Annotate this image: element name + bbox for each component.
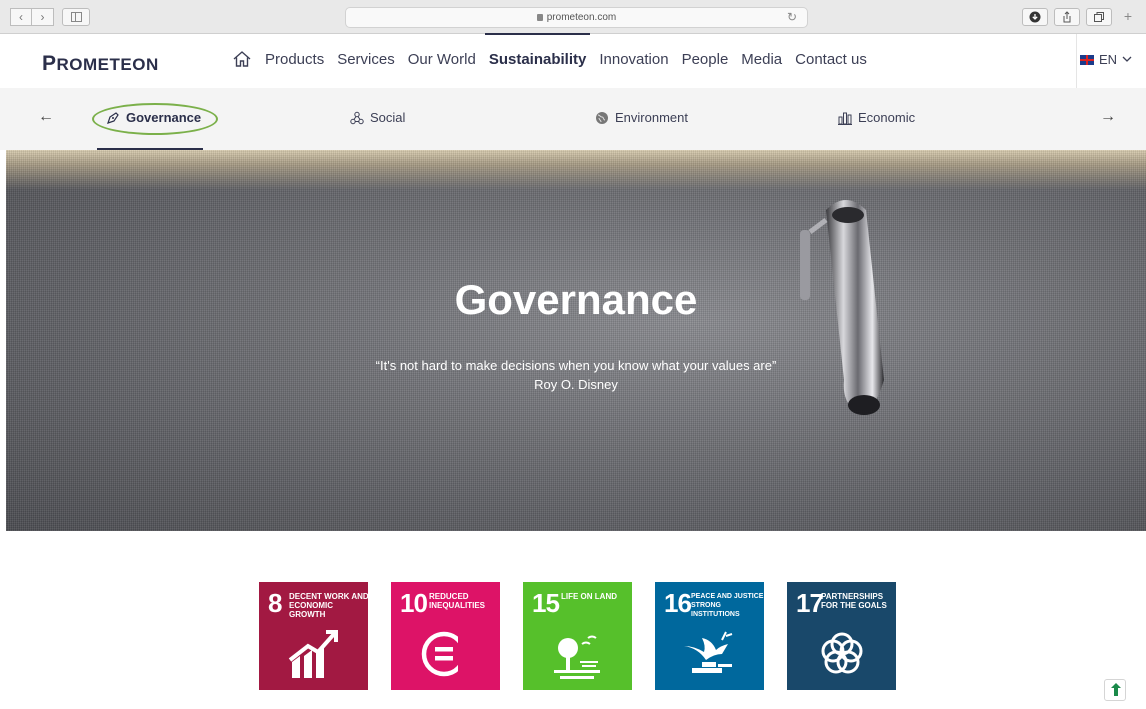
subnav-economic[interactable]: Economic — [838, 110, 915, 125]
people-network-icon — [350, 111, 364, 125]
language-selector[interactable]: EN — [1080, 52, 1132, 67]
sdg-8-tile[interactable]: 8 Decent work and economic growth — [259, 582, 369, 690]
scroll-to-top-button[interactable] — [1104, 679, 1126, 701]
main-nav: Products Services Our World Sustainabili… — [232, 32, 867, 68]
url-text: prometeon.com — [546, 12, 617, 23]
site-header: PROMETEON Products Services Our World Su… — [0, 32, 1146, 88]
back-button[interactable]: ‹ — [10, 8, 32, 26]
sdg-17-tile[interactable]: 17 Partnerships for the goals — [787, 582, 896, 690]
toolbar-right: + — [1022, 8, 1138, 26]
history-buttons: ‹ › — [10, 8, 54, 26]
sdg-16-tile[interactable]: 16 Peace and justice strong institutions — [655, 582, 764, 690]
browser-toolbar: ‹ › prometeon.com ↻ + — [0, 0, 1146, 34]
nav-media[interactable]: Media — [741, 51, 782, 68]
new-tab-button[interactable]: + — [1118, 8, 1138, 26]
header-divider — [1076, 34, 1077, 88]
subnav-economic-label: Economic — [858, 110, 916, 125]
downloads-button[interactable] — [1022, 8, 1048, 26]
sidebar-icon — [71, 12, 82, 22]
nav-people[interactable]: People — [682, 51, 729, 68]
sdg-number: 10 — [400, 588, 428, 618]
sdg-label: Peace and justice strong institutions — [691, 593, 764, 618]
sdg-15-tile[interactable]: 15 Life on land — [523, 582, 632, 690]
uk-flag-icon — [1080, 54, 1094, 65]
nav-services[interactable]: Services — [337, 51, 395, 68]
tabs-button[interactable] — [1086, 8, 1112, 26]
growth-chart-icon — [288, 630, 338, 678]
sdg-number: 17 — [796, 588, 824, 618]
hero-title: Governance — [454, 276, 698, 323]
arrow-up-icon — [1111, 683, 1121, 696]
dove-gavel-icon — [684, 631, 733, 673]
sdg-number: 15 — [532, 588, 560, 618]
sdg-number: 8 — [268, 588, 283, 618]
nav-our-world[interactable]: Our World — [408, 51, 476, 68]
sdg-tiles: 8 Decent work and economic growth 10 Red… — [259, 582, 896, 690]
sdg-label: Decent work and economic growth — [289, 592, 369, 619]
address-bar[interactable]: prometeon.com ↻ — [345, 7, 808, 28]
lock-icon — [536, 14, 543, 21]
share-icon — [1063, 11, 1071, 23]
chevron-down-icon — [1122, 56, 1132, 62]
prometeon-logo[interactable]: PROMETEON — [42, 52, 159, 76]
building-chart-icon — [838, 111, 852, 125]
sdg-10-tile[interactable]: 10 Reduced inequalities — [391, 582, 500, 690]
subnav-next-arrow[interactable]: → — [1100, 108, 1116, 126]
equality-icon — [421, 630, 472, 678]
tree-icon — [554, 635, 600, 679]
tabs-icon — [1094, 12, 1104, 22]
flower-rings-icon — [821, 632, 863, 674]
sdg-number: 16 — [664, 588, 692, 618]
hero-quote: “It's not hard to make decisions when yo… — [375, 358, 777, 373]
subnav-social[interactable]: Social — [350, 110, 405, 125]
reload-button[interactable]: ↻ — [787, 8, 797, 27]
forward-button[interactable]: › — [32, 8, 54, 26]
subnav-environment[interactable]: Environment — [595, 110, 688, 125]
share-button[interactable] — [1054, 8, 1080, 26]
subnav-governance-label: Governance — [126, 110, 202, 125]
hero-quote-author: Roy O. Disney — [534, 377, 618, 392]
nav-sustainability[interactable]: Sustainability — [484, 32, 590, 68]
nav-products[interactable]: Products — [265, 51, 324, 68]
subnav-environment-label: Environment — [615, 110, 688, 125]
sdg-label: Life on land — [561, 592, 617, 601]
download-icon — [1029, 11, 1041, 23]
hero-banner: Governance “It's not hard to make decisi… — [6, 150, 1146, 531]
nav-contact-us[interactable]: Contact us — [795, 51, 867, 68]
pen-icon — [106, 111, 120, 125]
subnav-social-label: Social — [370, 110, 406, 125]
nav-innovation[interactable]: Innovation — [599, 51, 668, 68]
subnav-prev-arrow[interactable]: ← — [38, 108, 54, 126]
sdg-label: Reduced inequalities — [429, 592, 486, 610]
subnav-governance[interactable]: Governance — [106, 110, 201, 125]
sidebar-toggle-button[interactable] — [62, 8, 90, 26]
sdg-label: Partnerships for the goals — [821, 592, 887, 610]
language-label: EN — [1099, 52, 1118, 67]
sustainability-subnav: ← Governance Social Environment Economic… — [0, 88, 1146, 150]
globe-icon — [595, 111, 609, 125]
home-icon[interactable] — [232, 50, 252, 68]
